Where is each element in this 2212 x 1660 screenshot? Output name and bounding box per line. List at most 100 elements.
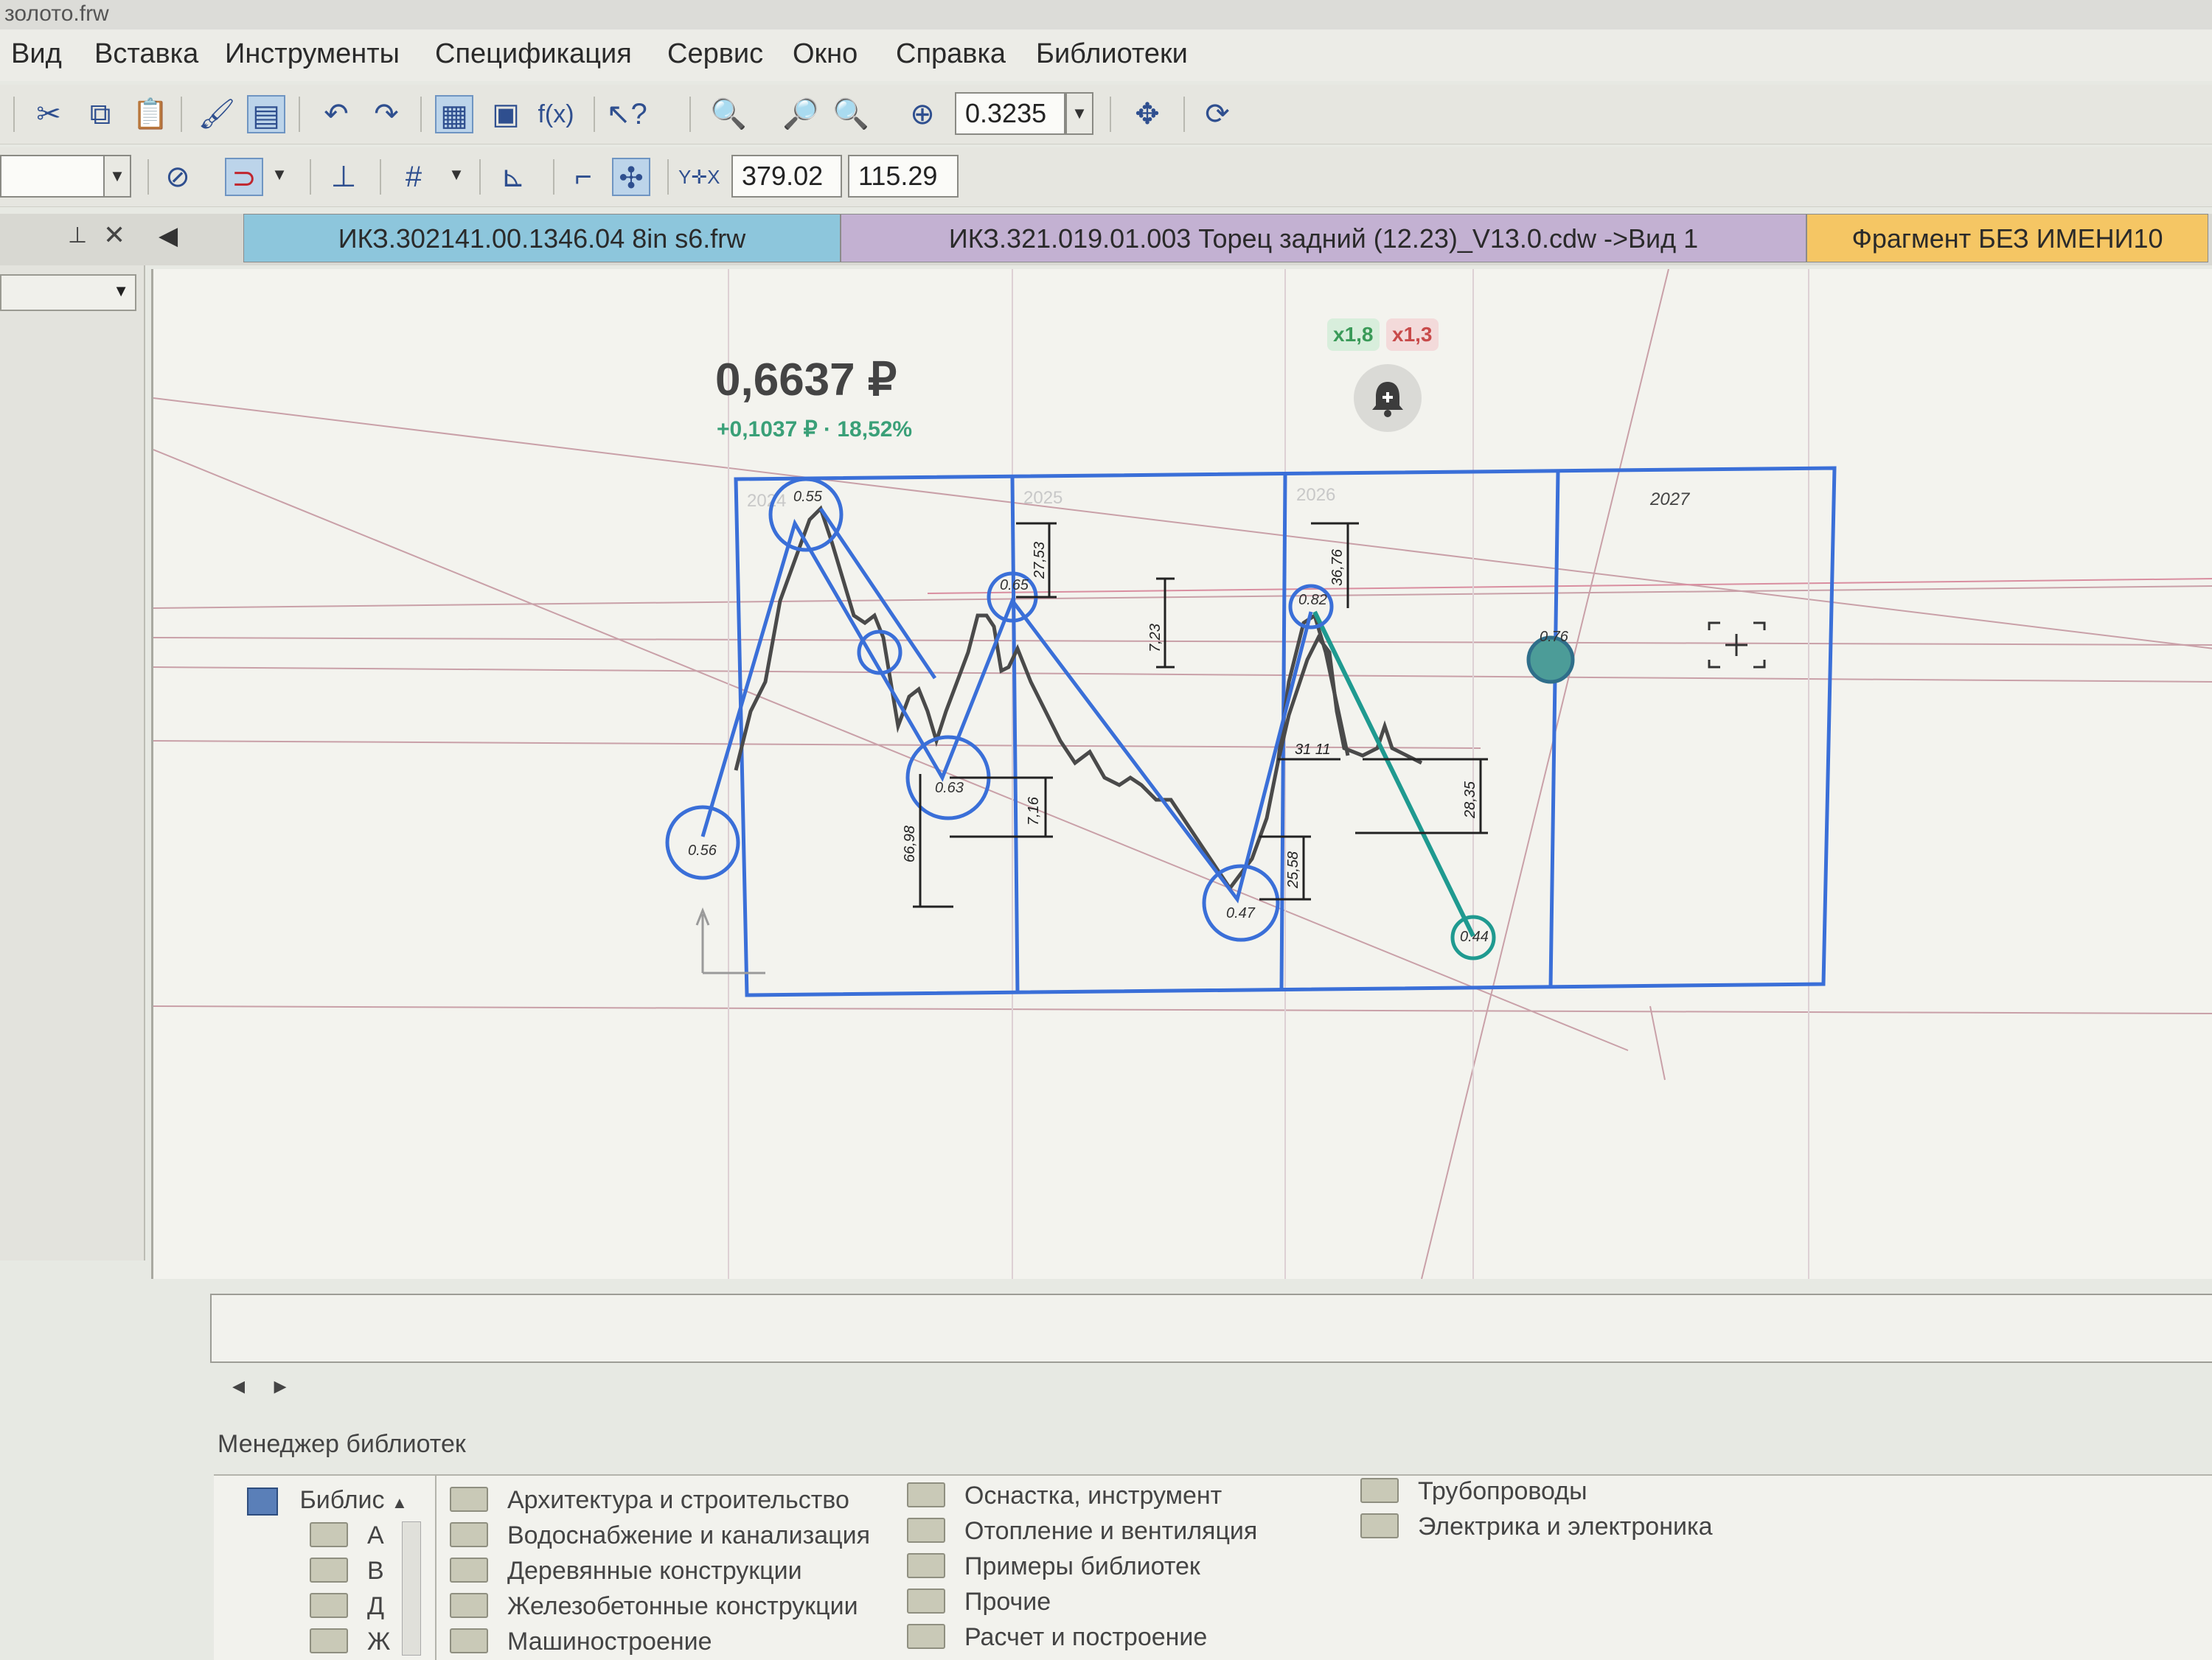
orthogonal-icon[interactable]: ⊥ <box>324 158 363 196</box>
close-panel-icon[interactable]: ✕ <box>103 220 125 251</box>
toolbar-separator <box>1110 97 1111 132</box>
tree-scrollbar[interactable] <box>402 1521 421 1656</box>
style-select-arrow[interactable]: ▼ <box>103 155 131 198</box>
refresh-icon[interactable]: ⟳ <box>1198 95 1237 133</box>
round-icon[interactable]: ⌐ <box>564 158 602 196</box>
style-select[interactable] <box>0 155 111 198</box>
drawing-canvas[interactable]: 2024 2025 2026 2027 0.55 0.65 0.63 0.56 … <box>151 269 2212 1279</box>
menu-help[interactable]: Справка <box>896 38 1006 70</box>
library-folder-label: Электрика и электроника <box>1418 1513 1713 1541</box>
library-folder-label: Расчет и построение <box>964 1623 1208 1651</box>
folder-icon <box>450 1487 488 1513</box>
library-folder-label: Архитектура и строительство <box>507 1486 849 1514</box>
library-folder[interactable]: Машиностроение <box>450 1628 712 1656</box>
library-folder-label: Водоснабжение и канализация <box>507 1521 871 1549</box>
menu-specification[interactable]: Спецификация <box>435 38 632 70</box>
tab-cdw-document[interactable]: ИКЗ.321.019.01.003 Торец задний (12.23)_… <box>841 214 1806 262</box>
menu-insert[interactable]: Вставка <box>94 38 198 70</box>
folder-icon <box>907 1553 945 1579</box>
variables-icon[interactable]: ▣ <box>487 95 525 133</box>
zoom-dropdown-arrow[interactable]: ▼ <box>1065 92 1093 135</box>
tabs-scroll-left-icon[interactable]: ◀ <box>159 221 178 251</box>
command-input-panel[interactable] <box>210 1294 2212 1363</box>
library-tree-item[interactable]: Д <box>310 1592 384 1621</box>
year-label-2025: 2025 <box>1023 488 1062 508</box>
library-tree-item[interactable]: Ж <box>310 1628 390 1656</box>
zoom-window-icon[interactable]: 🔍 <box>709 95 748 133</box>
dim-label-3676: 36,76 <box>1329 548 1346 586</box>
toolbar-separator <box>420 97 422 132</box>
paste-icon[interactable]: 📋 <box>131 95 170 133</box>
chevron-down-icon: ▼ <box>113 282 129 300</box>
label-063: 0.63 <box>935 780 964 796</box>
properties-brush-icon[interactable]: 🖌 <box>198 95 236 133</box>
zoom-scale-icon[interactable]: ⊕ <box>903 95 942 133</box>
dim-label-716: 7,16 <box>1026 796 1042 826</box>
context-help-icon[interactable]: ↖? <box>606 95 647 133</box>
label-065: 0.65 <box>1000 577 1029 593</box>
menu-libraries[interactable]: Библиотеки <box>1036 38 1188 70</box>
library-folder[interactable]: Отопление и вентиляция <box>907 1517 1257 1546</box>
folder-icon <box>450 1628 488 1654</box>
library-folder[interactable]: Расчет и построение <box>907 1623 1207 1652</box>
library-folder[interactable]: Деревянные конструкции <box>450 1557 802 1586</box>
curve-peak-2026 <box>1276 613 1350 764</box>
year-label-2027: 2027 <box>1649 489 1691 509</box>
folder-icon <box>907 1518 945 1544</box>
drawing-svg[interactable]: 2024 2025 2026 2027 0.55 0.65 0.63 0.56 … <box>153 269 2212 1279</box>
function-icon[interactable]: f(x) <box>537 95 575 133</box>
library-folder[interactable]: Железобетонные конструкции <box>450 1592 858 1621</box>
grid-icon[interactable]: # <box>394 158 433 196</box>
zoom-value-field[interactable]: 0.3235 <box>955 92 1065 135</box>
library-folder[interactable]: Оснастка, инструмент <box>907 1482 1222 1510</box>
snap-points-icon[interactable]: ✣ <box>612 158 650 196</box>
label-044: 0.44 <box>1460 929 1489 945</box>
scroll-right-icon[interactable]: ▸ <box>274 1372 287 1400</box>
folder-icon <box>310 1593 348 1619</box>
menu-view[interactable]: Вид <box>11 38 62 70</box>
library-folder[interactable]: Водоснабжение и канализация <box>450 1521 870 1550</box>
folder-icon <box>907 1624 945 1650</box>
bell-button[interactable] <box>1354 364 1422 432</box>
redo-icon[interactable]: ↷ <box>367 95 406 133</box>
library-folder[interactable]: Прочие <box>907 1588 1051 1617</box>
coord-x-field[interactable]: 379.02 <box>731 155 842 198</box>
snap-magnet-icon[interactable]: ⊃ <box>225 158 263 196</box>
scroll-left-icon[interactable]: ◂ <box>232 1372 245 1400</box>
library-folder[interactable]: Трубопроводы <box>1360 1477 1587 1506</box>
library-tree-item-label: В <box>367 1557 384 1585</box>
library-folder[interactable]: Примеры библиотек <box>907 1552 1200 1581</box>
snap-dropdown-arrow[interactable]: ▼ <box>265 155 293 198</box>
copy-icon[interactable]: ⧉ <box>81 95 119 133</box>
pan-icon[interactable]: ✥ <box>1128 95 1166 133</box>
window-title-bar: золото.frw <box>0 0 2212 30</box>
menu-window[interactable]: Окно <box>793 38 858 70</box>
undo-icon[interactable]: ↶ <box>317 95 355 133</box>
toolbar-separator <box>380 159 381 195</box>
tree-view-icon[interactable]: ▦ <box>435 95 473 133</box>
tab-frw-document[interactable]: ИКЗ.302141.00.1346.04 8in s6.frw <box>243 214 841 262</box>
dim-label-2753: 27,53 <box>1032 542 1048 579</box>
crosshair-cursor-icon <box>1708 621 1766 669</box>
label-076: 0.76 <box>1540 629 1569 645</box>
library-folder-label: Деревянные конструкции <box>507 1557 802 1585</box>
menu-service[interactable]: Сервис <box>667 38 763 70</box>
cut-icon[interactable]: ✂ <box>29 95 68 133</box>
menu-tools[interactable]: Инструменты <box>225 38 400 70</box>
grid-dropdown-arrow[interactable]: ▼ <box>442 155 470 198</box>
document-manager-icon[interactable]: ▤ <box>247 95 285 133</box>
tab-fragment-active[interactable]: Фрагмент БЕЗ ИМЕНИ10 <box>1806 214 2208 262</box>
local-cs-icon[interactable]: ⊾ <box>494 158 532 196</box>
library-tree-root[interactable]: Библис ▲ <box>247 1486 408 1516</box>
measure-icon[interactable]: ⊘ <box>159 158 197 196</box>
zoom-in-icon[interactable]: 🔎 <box>782 95 820 133</box>
toolbar-separator <box>553 159 554 195</box>
tree-panel-select[interactable]: ▼ <box>0 274 136 311</box>
library-folder[interactable]: Архитектура и строительство <box>450 1486 849 1515</box>
library-tree-item[interactable]: В <box>310 1557 384 1586</box>
coord-y-field[interactable]: 115.29 <box>848 155 959 198</box>
library-folder[interactable]: Электрика и электроника <box>1360 1513 1713 1541</box>
zoom-out-icon[interactable]: 🔍 <box>832 95 870 133</box>
pin-icon[interactable]: ⊥ <box>68 223 87 248</box>
library-tree-item[interactable]: А <box>310 1521 384 1550</box>
